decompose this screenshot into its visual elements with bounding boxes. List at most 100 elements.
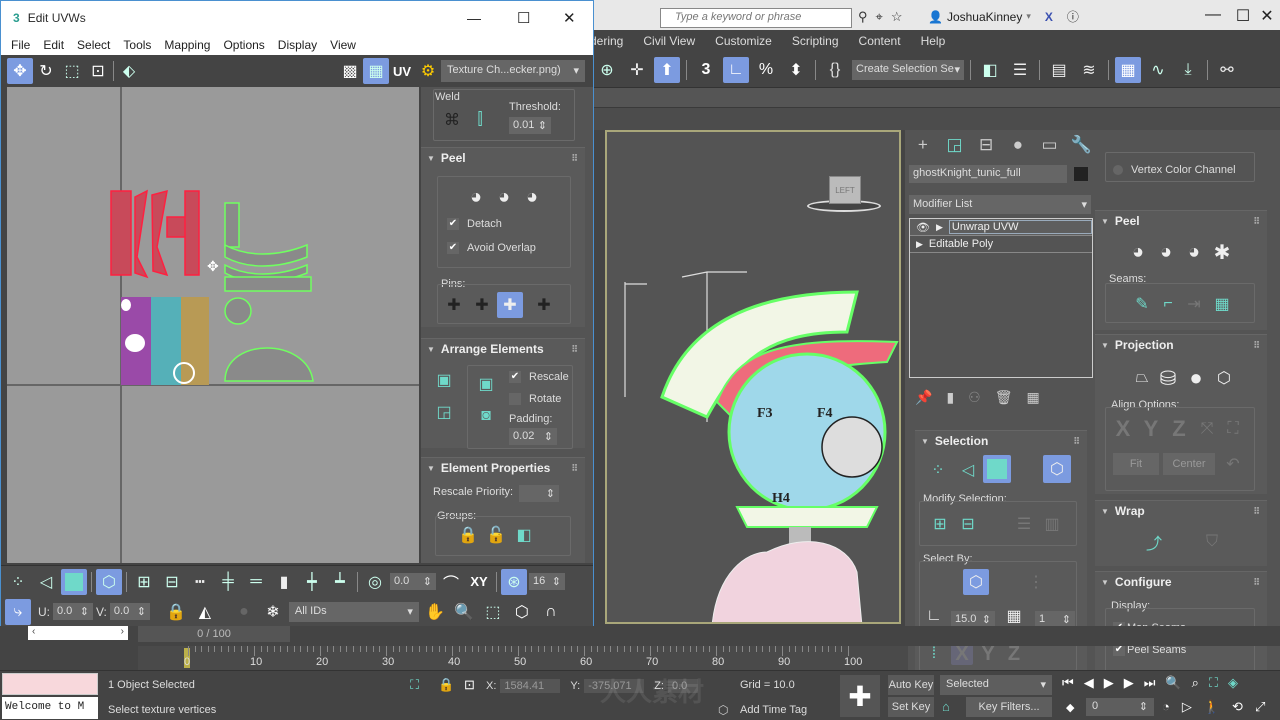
zoom-extents-icon[interactable]: ⬡ [509, 599, 535, 625]
rescale-checkbox[interactable]: ✔ Rescale [509, 371, 569, 383]
vertex-select-icon[interactable]: ⁘ [925, 457, 951, 483]
menu-content[interactable]: Content [859, 34, 901, 48]
grip-icon[interactable]: ⠿ [571, 153, 578, 164]
loop-grow-icon[interactable]: ╪ [215, 569, 241, 595]
grip-icon[interactable]: ⠿ [1253, 340, 1260, 351]
fit-button[interactable]: Fit [1113, 453, 1159, 475]
star-icon[interactable]: ☆ [891, 9, 903, 25]
schematic-view-icon[interactable]: ⤓ [1175, 57, 1201, 83]
loop-icon[interactable]: ☰ [1011, 511, 1037, 537]
detach-checkbox[interactable]: ✔ Detach [447, 218, 502, 230]
object-color-swatch[interactable] [1073, 166, 1089, 182]
help-icon[interactable]: ⓘ [1067, 8, 1079, 25]
satellite-icon[interactable]: ⌖ [876, 9, 883, 25]
axis-z-icon[interactable]: Z [1003, 643, 1025, 665]
grip-icon[interactable]: ⠿ [1073, 436, 1080, 447]
align-z-icon[interactable]: Z [1167, 416, 1191, 441]
rescale-priority-spinner[interactable]: ⇕ [519, 485, 559, 502]
binoculars-icon[interactable]: ⚲ [858, 9, 868, 25]
select-by-element-icon[interactable]: ⬡ [963, 569, 989, 595]
maxscript-listener-mini[interactable] [2, 673, 98, 695]
uv-editor-canvas[interactable]: ✥ [7, 87, 419, 563]
helmet-model[interactable]: F4 F3 H4 [607, 132, 901, 624]
isolate-selection-icon[interactable]: ⛶ [410, 677, 419, 693]
weld-selected-icon[interactable]: ⌘ [439, 107, 465, 133]
polygon-mode-icon[interactable] [61, 568, 87, 595]
peel-mode-icon[interactable]: ◕ [1153, 239, 1179, 265]
key-tangent-icon[interactable]: ⌂ [942, 699, 950, 714]
checker-icon[interactable]: ▩ [337, 58, 363, 84]
maxscript-input[interactable]: Welcome to M [2, 697, 98, 719]
axis-x-icon[interactable]: X [951, 643, 973, 665]
pin-icon[interactable]: ✚ [441, 292, 467, 318]
selection-lock-icon[interactable]: 🔒 [438, 677, 454, 693]
move-icon[interactable]: ✥ [7, 58, 33, 84]
u-spinner[interactable]: 0.0 ⇕ [53, 603, 93, 620]
loop-icon[interactable]: ┅ [187, 569, 213, 595]
pack-together-icon[interactable]: ▣ [473, 371, 499, 397]
pack-recursive-icon[interactable]: ◙ [473, 403, 499, 429]
unfold-strip-icon[interactable]: ⛉ [1199, 529, 1225, 555]
ring-grow-icon[interactable]: ┿ [299, 569, 325, 595]
auto-pin-icon[interactable]: ✚ [497, 292, 523, 318]
ribbon-icon[interactable]: ▦ [1115, 56, 1141, 83]
auto-key-button[interactable]: Auto Key [888, 675, 934, 695]
rollout-header[interactable]: ▼ Projection ⠿ [1095, 335, 1267, 355]
set-key-big-button[interactable]: ✚ [840, 675, 880, 717]
grip-icon[interactable]: ⠿ [571, 344, 578, 355]
mirror-select-icon[interactable]: ⁞ [923, 643, 945, 665]
set-key-button[interactable]: Set Key [888, 697, 934, 717]
rollout-header[interactable]: ▼ Configure ⠿ [1095, 572, 1267, 592]
menu-select[interactable]: Select [77, 38, 110, 52]
expand-seams-icon[interactable]: ▦ [1209, 291, 1235, 317]
hide-icon[interactable]: ◭ [192, 599, 218, 625]
maximize-button[interactable]: ☐ [517, 9, 530, 27]
layer-explorer-icon[interactable]: ≋ [1076, 57, 1102, 83]
show-end-result-icon[interactable]: ▮ [946, 389, 954, 406]
quick-peel-icon[interactable]: ◕ [1125, 239, 1151, 265]
percent-snap-icon[interactable]: % [753, 57, 779, 83]
shrink-selection-icon[interactable]: ⊟ [955, 511, 981, 537]
falloff-spinner[interactable]: 0.0 ⇕ [390, 573, 436, 590]
ring-shrink-icon[interactable]: ┷ [327, 569, 353, 595]
box-map-icon[interactable]: ⬡ [1211, 365, 1237, 391]
add-time-tag-button[interactable]: Add Time Tag [740, 704, 807, 716]
v-spinner[interactable]: 0.0 ⇕ [109, 603, 150, 620]
go-to-start-icon[interactable]: ⏮ [1062, 675, 1074, 691]
edge-distance-icon[interactable]: ⊛ [501, 568, 527, 595]
create-tab-icon[interactable]: + [909, 132, 937, 158]
snap-3d-icon[interactable]: 3 [693, 57, 719, 83]
freeform-icon[interactable]: ⊡ [85, 58, 111, 84]
rollout-header[interactable]: ▼ Peel ⠿ [1095, 211, 1267, 231]
timeline-track[interactable]: 0 10 20 30 40 50 60 70 80 90 100 [138, 646, 908, 670]
unpin-icon[interactable]: ✚ [469, 292, 495, 318]
menu-file[interactable]: File [11, 38, 30, 52]
menu-mapping[interactable]: Mapping [164, 38, 210, 52]
chevron-right-icon[interactable]: › [121, 626, 124, 640]
spherical-map-icon[interactable]: ● [1183, 365, 1209, 391]
point-to-point-seams-icon[interactable]: ⌐ [1155, 291, 1181, 317]
pan-icon[interactable]: ✋ [422, 599, 448, 625]
material-id-dropdown[interactable]: All IDs ▾ [288, 601, 419, 622]
spline-map-icon[interactable]: ⤴ [1141, 529, 1167, 555]
material-editor-icon[interactable]: ⚯ [1214, 57, 1240, 83]
rotate-checkbox[interactable]: Rotate [509, 393, 561, 405]
rollout-header[interactable]: ▼ Peel ⠿ [421, 148, 585, 168]
orbit-icon[interactable]: ⟲ [1232, 699, 1243, 715]
menu-display[interactable]: Display [278, 38, 317, 52]
selection-set-dropdown[interactable]: Create Selection Se ▾ [852, 59, 964, 80]
z-coordinate-field[interactable]: 0.0 [667, 679, 698, 693]
freeze-icon[interactable]: ❄ [260, 599, 286, 625]
mirror-icon[interactable]: ⬖ [116, 58, 142, 84]
zoom-extents-icon[interactable]: ⛶ [1209, 675, 1218, 691]
user-account[interactable]: 👤 JoshuaKinney ▾ X ⓘ [928, 8, 1079, 25]
menu-civil-view[interactable]: Civil View [643, 34, 695, 48]
menu-customize[interactable]: Customize [715, 34, 772, 48]
rollout-header[interactable]: ▼ Element Properties ⠿ [421, 458, 585, 478]
key-filters-button[interactable]: Key Filters... [966, 697, 1052, 717]
field-of-view-icon[interactable]: ▷ [1182, 699, 1192, 715]
make-unique-icon[interactable]: ⚇ [968, 389, 981, 406]
scroll-field[interactable]: ‹ › [28, 626, 128, 640]
play-icon[interactable]: ▶ [1104, 675, 1114, 691]
vertex-color-channel-radio[interactable]: Vertex Color Channel [1113, 164, 1236, 176]
